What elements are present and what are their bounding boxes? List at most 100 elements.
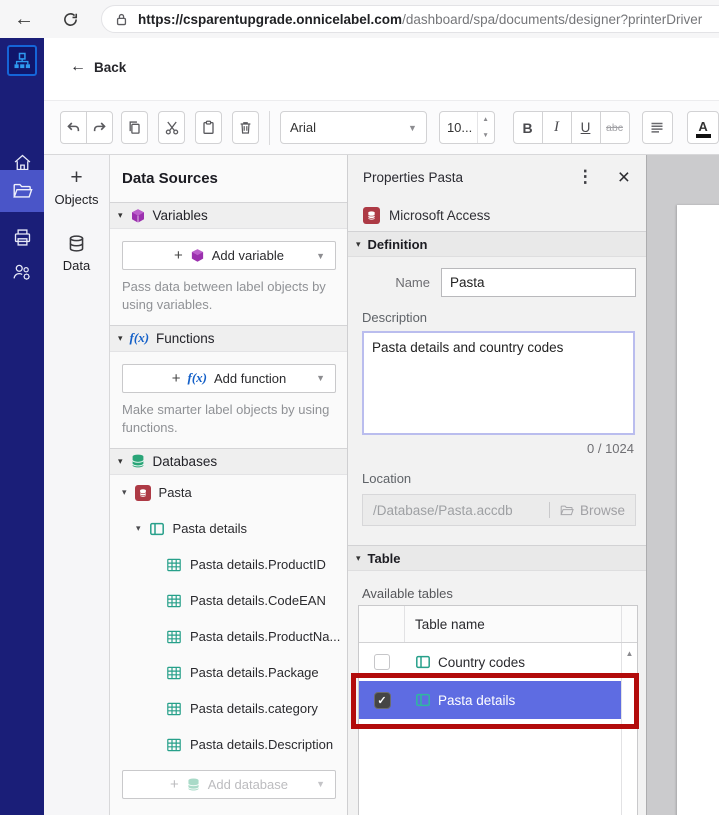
tree-node-label: Pasta details — [173, 521, 247, 536]
bold-button[interactable]: B — [513, 111, 543, 144]
undo-button[interactable] — [60, 111, 87, 144]
spinner-down-icon[interactable]: ▼ — [478, 128, 494, 144]
chevron-down-icon: ▼ — [408, 123, 417, 133]
name-input[interactable] — [441, 268, 636, 297]
trash-icon — [238, 120, 253, 135]
browser-chrome: ← https://csparentupgrade.onnicelabel.co… — [0, 0, 719, 38]
checkbox-cell: ✓ — [359, 681, 405, 719]
paste-button[interactable] — [195, 111, 222, 144]
section-label: Definition — [368, 237, 428, 252]
variables-hint: Pass data between label objects by using… — [122, 278, 335, 314]
section-label: Functions — [156, 331, 215, 346]
section-label: Variables — [153, 208, 208, 223]
table-row-cell: Pasta details — [405, 692, 621, 708]
underline-label: U — [581, 120, 591, 135]
tree-node-field[interactable]: Pasta details.ProductNa... — [110, 619, 347, 655]
table-scrollbar[interactable]: ▲ — [621, 643, 637, 815]
table-row-label: Pasta details — [438, 693, 515, 708]
tree-node-field[interactable]: Pasta details.ProductID — [110, 547, 347, 583]
label-page[interactable] — [677, 205, 719, 815]
section-label: Table — [368, 551, 401, 566]
align-button[interactable] — [642, 111, 674, 144]
tree-node-label: Pasta — [159, 485, 192, 500]
field-grid-icon — [166, 557, 182, 573]
delete-button[interactable] — [232, 111, 259, 144]
section-definition[interactable]: ▾ Definition — [348, 231, 646, 257]
strikethrough-button[interactable]: abc — [600, 111, 630, 144]
tree-node-table[interactable]: ▾ Pasta details — [110, 511, 347, 547]
italic-button[interactable]: I — [542, 111, 572, 144]
name-label: Name — [348, 275, 441, 290]
panel-tabstrip: + Objects Data — [44, 155, 110, 815]
database-type-label: Microsoft Access — [389, 208, 490, 223]
tree-field-label: Pasta details.CodeEAN — [190, 593, 326, 608]
table-icon — [149, 521, 165, 537]
tree-field-label: Pasta details.category — [190, 701, 318, 716]
underline-button[interactable]: U — [571, 111, 601, 144]
checkbox-unchecked[interactable] — [374, 654, 390, 670]
kebab-menu-icon[interactable]: ⋮ — [577, 167, 594, 187]
table-row-selected[interactable]: ✓ Pasta details — [359, 681, 621, 719]
cut-button[interactable] — [158, 111, 185, 144]
tree-node-field[interactable]: Pasta details.category — [110, 691, 347, 727]
table-name-header: Table name — [405, 617, 621, 632]
close-icon[interactable]: × — [618, 167, 630, 188]
add-database-label: Add database — [208, 777, 288, 792]
back-button[interactable]: ← Back — [70, 58, 126, 76]
scroll-up-icon[interactable]: ▲ — [626, 649, 634, 815]
add-database-button[interactable]: + Add database ▼ — [122, 770, 336, 799]
section-variables[interactable]: ▾ Variables — [110, 202, 347, 229]
available-tables-grid: Table name Country codes ✓ Pasta details… — [358, 605, 638, 815]
clipboard-icon — [201, 120, 216, 135]
add-variable-button[interactable]: + Add variable ▼ — [122, 241, 336, 270]
section-databases[interactable]: ▾ Databases — [110, 448, 347, 475]
expander-icon: ▾ — [118, 333, 123, 344]
tree-node-field[interactable]: Pasta details.Package — [110, 655, 347, 691]
scrollbar-header-cap — [621, 606, 637, 642]
browse-button[interactable]: Browse — [559, 503, 625, 518]
description-textarea[interactable]: Pasta details and country codes — [362, 331, 635, 435]
description-label: Description — [362, 310, 632, 325]
browser-refresh-icon[interactable] — [62, 11, 79, 28]
font-size-value: 10... — [440, 112, 477, 143]
font-size-spinner: ▲ ▼ — [477, 112, 494, 143]
sidebar-item-users[interactable] — [0, 252, 44, 292]
font-family-select[interactable]: Arial ▼ — [280, 111, 427, 144]
sidebar-item-printers[interactable] — [0, 217, 44, 257]
table-row-label: Country codes — [438, 655, 525, 670]
tab-objects[interactable]: + Objects — [44, 169, 109, 207]
section-table[interactable]: ▾ Table — [348, 545, 646, 571]
sidebar-item-documents[interactable] — [0, 170, 44, 212]
spinner-up-icon[interactable]: ▲ — [478, 112, 494, 128]
tree-node-field[interactable]: Pasta details.Description — [110, 727, 347, 763]
section-functions[interactable]: ▾ f(x) Functions — [110, 325, 347, 352]
checkbox-cell — [359, 643, 405, 681]
url-text: https://csparentupgrade.onnicelabel.com/… — [138, 12, 702, 27]
char-counter: 0 / 1024 — [348, 441, 634, 456]
checkbox-checked[interactable]: ✓ — [374, 692, 391, 709]
font-size-control[interactable]: 10... ▲ ▼ — [439, 111, 495, 144]
redo-button[interactable] — [86, 111, 113, 144]
table-icon — [415, 692, 431, 708]
back-arrow-icon: ← — [70, 58, 86, 76]
italic-label: I — [554, 119, 559, 136]
properties-panel: PropertiesPasta ⋮ × Microsoft Access ▾ D… — [348, 155, 647, 815]
properties-title-name: Pasta — [429, 170, 464, 185]
expander-icon: ▾ — [356, 553, 361, 564]
expander-icon: ▾ — [122, 487, 127, 498]
add-function-button[interactable]: + f(x) Add function ▼ — [122, 364, 336, 393]
browser-back-icon[interactable]: ← — [14, 9, 34, 29]
expander-icon: ▾ — [136, 523, 141, 534]
design-canvas[interactable] — [647, 155, 719, 815]
back-label: Back — [94, 60, 126, 75]
table-row[interactable]: Country codes — [359, 643, 621, 681]
tab-data[interactable]: Data — [44, 234, 109, 273]
copy-button[interactable] — [121, 111, 148, 144]
data-sources-panel: Data Sources ▾ Variables + Add variable … — [110, 155, 348, 815]
font-color-button[interactable]: A — [687, 111, 719, 144]
url-bar[interactable]: https://csparentupgrade.onnicelabel.com/… — [101, 5, 719, 33]
tree-node-field[interactable]: Pasta details.CodeEAN — [110, 583, 347, 619]
tree-node-database[interactable]: ▾ Pasta — [110, 475, 347, 511]
designer-toolbar: Arial ▼ 10... ▲ ▼ B I U abc A — [44, 100, 719, 155]
app-logo[interactable] — [7, 45, 37, 76]
